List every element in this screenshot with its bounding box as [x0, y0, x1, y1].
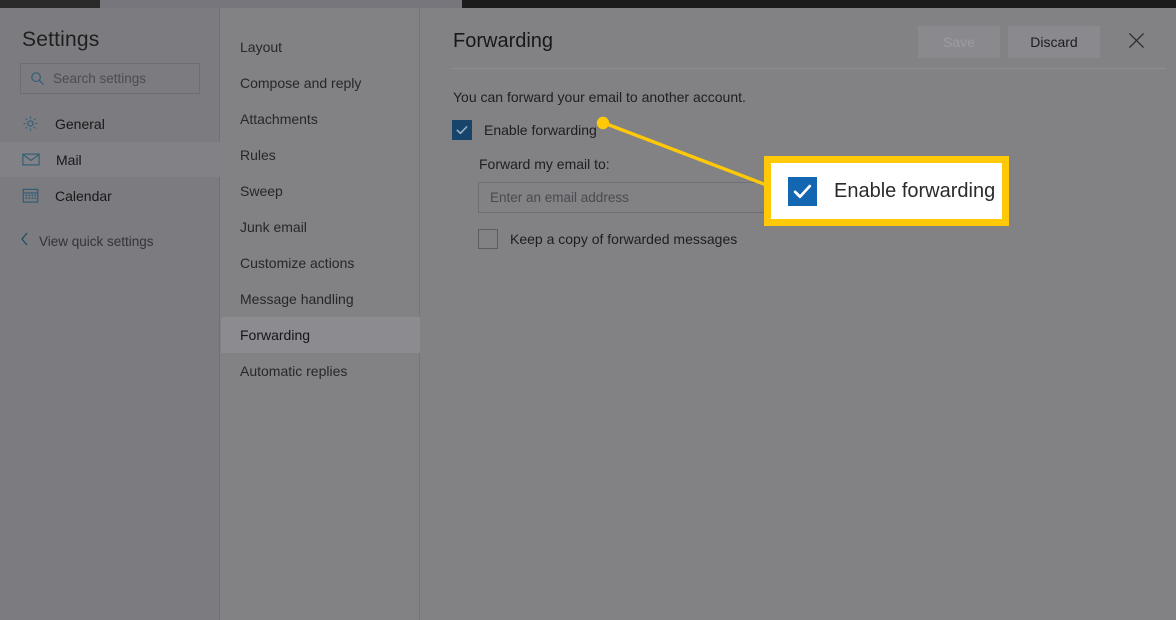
- enable-forwarding-label: Enable forwarding: [484, 122, 597, 138]
- nav-item-customize-actions[interactable]: Customize actions: [221, 245, 420, 281]
- nav-item-rules[interactable]: Rules: [221, 137, 420, 173]
- page-title: Forwarding: [453, 30, 554, 52]
- enable-forwarding-row[interactable]: Enable forwarding: [452, 120, 597, 140]
- sidebar-item-label: Calendar: [55, 187, 112, 204]
- top-strip-left-dark: [0, 0, 100, 8]
- nav-item-label: Compose and reply: [240, 75, 362, 91]
- enable-forwarding-checkbox[interactable]: [452, 120, 472, 140]
- nav-item-label: Forwarding: [240, 327, 311, 343]
- page-title-settings: Settings: [22, 28, 100, 51]
- sidebar-item-mail[interactable]: Mail: [0, 142, 220, 177]
- nav-item-label: Layout: [240, 39, 283, 55]
- save-button[interactable]: Save: [918, 26, 1000, 58]
- nav-item-label: Junk email: [240, 219, 307, 235]
- mail-settings-nav: Layout Compose and reply Attachments Rul…: [221, 8, 420, 620]
- gear-icon: [22, 115, 39, 132]
- nav-item-forwarding[interactable]: Forwarding: [221, 317, 420, 353]
- nav-item-label: Attachments: [240, 111, 318, 127]
- view-quick-settings-link[interactable]: View quick settings: [20, 232, 154, 251]
- discard-button[interactable]: Discard: [1008, 26, 1100, 58]
- callout-label: Enable forwarding: [834, 179, 996, 202]
- forwarding-pane: Forwarding Save Discard You can forward …: [421, 8, 1176, 620]
- chevron-left-icon: [20, 232, 29, 251]
- forward-to-label: Forward my email to:: [479, 156, 610, 172]
- search-input[interactable]: Search settings: [20, 63, 200, 94]
- settings-dialog: Settings Search settings General Mail Ca…: [0, 0, 1176, 620]
- nav-item-sweep[interactable]: Sweep: [221, 173, 420, 209]
- nav-item-label: Automatic replies: [240, 363, 348, 379]
- envelope-icon: [22, 152, 40, 167]
- nav-item-label: Customize actions: [240, 255, 355, 271]
- nav-item-junk-email[interactable]: Junk email: [221, 209, 420, 245]
- close-icon: [1128, 32, 1145, 52]
- search-icon: [30, 71, 45, 86]
- keep-copy-row[interactable]: Keep a copy of forwarded messages: [478, 229, 737, 249]
- callout-checkbox-icon: [788, 176, 817, 206]
- checkmark-icon: [456, 126, 468, 135]
- close-button[interactable]: [1120, 26, 1152, 58]
- nav-item-label: Message handling: [240, 291, 354, 307]
- sidebar-item-label: Mail: [56, 151, 82, 168]
- sidebar-item-general[interactable]: General: [0, 106, 220, 141]
- keep-copy-label: Keep a copy of forwarded messages: [510, 231, 738, 247]
- keep-copy-checkbox[interactable]: [478, 229, 498, 249]
- settings-sidebar: Settings Search settings General Mail Ca…: [0, 8, 220, 620]
- nav-item-label: Sweep: [240, 183, 283, 199]
- nav-item-layout[interactable]: Layout: [221, 29, 420, 65]
- header-divider: [452, 68, 1166, 69]
- top-strip-dark: [462, 0, 1176, 8]
- annotation-callout: Enable forwarding: [764, 156, 1009, 226]
- nav-item-compose-and-reply[interactable]: Compose and reply: [221, 65, 420, 101]
- view-quick-settings-label: View quick settings: [39, 234, 154, 249]
- nav-item-label: Rules: [240, 147, 276, 163]
- pane-header: Forwarding Save Discard: [421, 8, 1176, 60]
- nav-item-attachments[interactable]: Attachments: [221, 101, 420, 137]
- search-placeholder: Search settings: [53, 71, 147, 86]
- nav-item-automatic-replies[interactable]: Automatic replies: [221, 353, 420, 389]
- sidebar-item-calendar[interactable]: Calendar: [0, 178, 220, 213]
- sidebar-item-label: General: [55, 115, 105, 132]
- intro-text: You can forward your email to another ac…: [453, 89, 746, 105]
- nav-item-message-handling[interactable]: Message handling: [221, 281, 420, 317]
- calendar-icon: [22, 187, 39, 204]
